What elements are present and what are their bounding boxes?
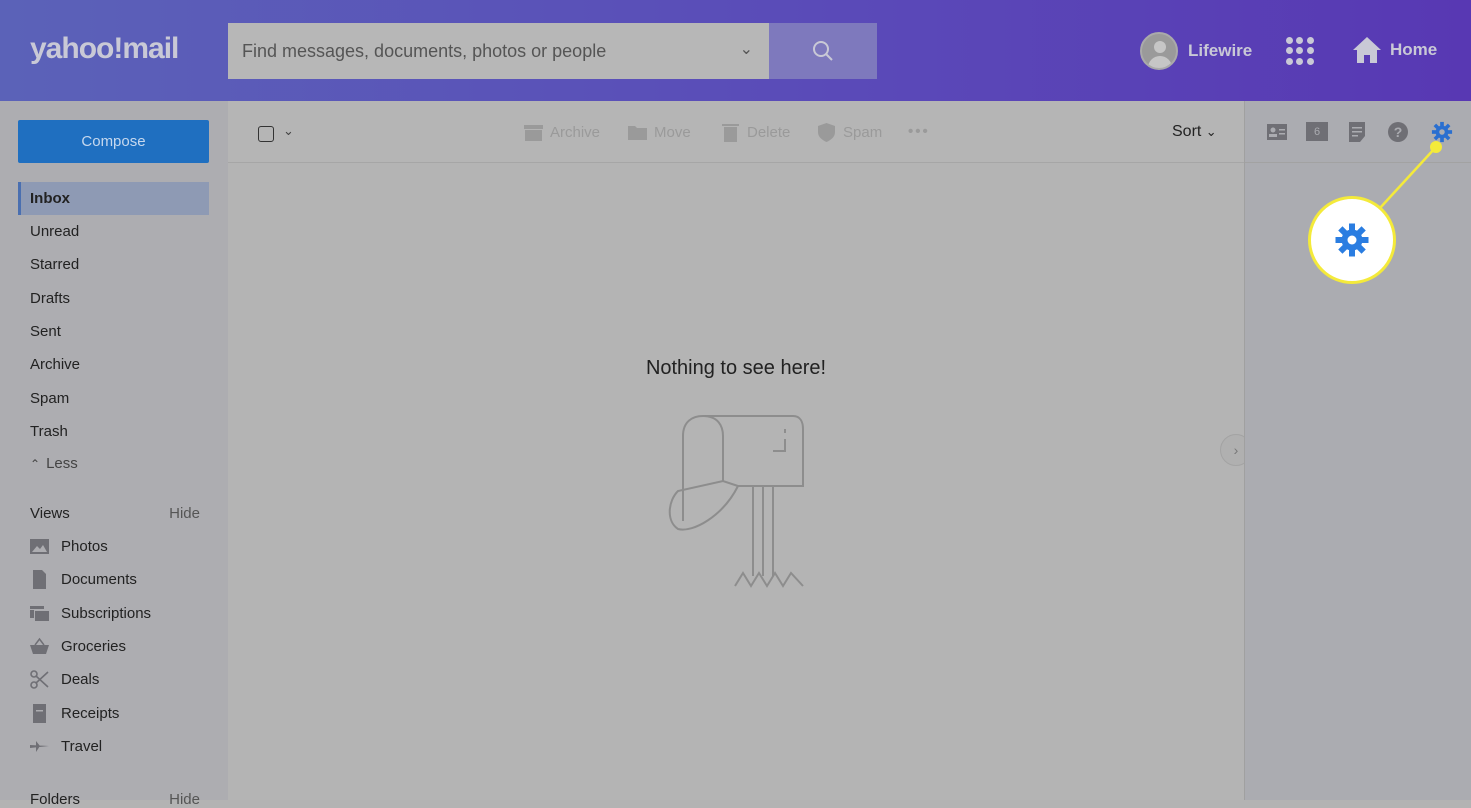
avatar — [1140, 32, 1178, 70]
view-label: Receipts — [61, 705, 120, 722]
search-input[interactable]: Find messages, documents, photos or peop… — [228, 23, 769, 79]
sidebar-item-unread[interactable]: Unread — [18, 215, 209, 248]
settings-gear-icon — [1335, 223, 1369, 257]
trash-icon — [722, 124, 739, 142]
home-icon — [1353, 37, 1381, 63]
view-deals[interactable]: Deals — [30, 670, 99, 689]
plane-icon — [30, 741, 49, 752]
sort-button[interactable]: Sort ⌄ — [1172, 123, 1217, 141]
settings-gear-icon[interactable] — [1431, 121, 1453, 143]
view-label: Travel — [61, 738, 103, 755]
sidebar-item-sent[interactable]: Sent — [18, 315, 209, 348]
delete-button[interactable]: Delete — [721, 123, 790, 142]
archive-label: Archive — [550, 124, 601, 141]
view-groceries[interactable]: Groceries — [30, 637, 126, 656]
spam-label: Spam — [843, 124, 883, 141]
apps-grid-icon[interactable] — [1286, 37, 1314, 65]
view-label: Groceries — [61, 638, 127, 655]
view-documents[interactable]: Documents — [30, 570, 137, 589]
search-icon — [813, 41, 833, 61]
sidebar: Compose Inbox Unread Starred Drafts Sent… — [0, 101, 228, 808]
scissors-icon — [30, 670, 49, 689]
message-toolbar: ⌄ Archive Move Delete Spam ••• Sort ⌄ — [228, 101, 1244, 163]
views-hide-button[interactable]: Hide — [169, 505, 200, 522]
sidebar-item-inbox[interactable]: Inbox — [18, 182, 209, 215]
chevron-up-icon: ⌃ — [30, 456, 41, 471]
message-list: ⌄ Archive Move Delete Spam ••• Sort ⌄ No… — [228, 101, 1252, 800]
move-button[interactable]: Move — [628, 123, 691, 142]
compose-button[interactable]: Compose — [18, 120, 209, 163]
less-label: Less — [46, 455, 78, 472]
empty-state-message: Nothing to see here! — [645, 357, 827, 379]
archive-icon — [524, 125, 543, 141]
notepad-icon[interactable] — [1346, 121, 1368, 143]
help-icon[interactable]: ? — [1387, 121, 1409, 143]
user-name: Lifewire — [1188, 41, 1253, 60]
calendar-icon[interactable]: 6 — [1306, 122, 1328, 141]
folder-move-icon — [628, 126, 647, 140]
select-all-checkbox[interactable] — [258, 126, 274, 142]
svg-text:?: ? — [1394, 124, 1403, 140]
sidebar-item-drafts[interactable]: Drafts — [18, 282, 209, 315]
view-label: Photos — [61, 538, 108, 555]
basket-icon — [30, 637, 49, 654]
archive-button[interactable]: Archive — [524, 123, 600, 142]
view-subscriptions[interactable]: Subscriptions — [30, 604, 151, 623]
search-placeholder: Find messages, documents, photos or peop… — [242, 40, 607, 61]
shield-icon — [818, 123, 835, 142]
chevron-down-icon: ⌄ — [1205, 124, 1217, 139]
chevron-down-icon[interactable]: ⌄ — [740, 39, 753, 59]
delete-label: Delete — [747, 124, 791, 141]
view-receipts[interactable]: Receipts — [30, 704, 119, 723]
home-label: Home — [1390, 40, 1438, 59]
move-label: Move — [654, 124, 691, 141]
view-label: Documents — [61, 571, 137, 588]
user-profile-button[interactable]: Lifewire — [1140, 32, 1252, 70]
chevron-down-icon[interactable]: ⌄ — [283, 123, 294, 139]
views-title: Views — [30, 505, 70, 522]
view-label: Subscriptions — [61, 605, 152, 622]
top-header: yahoo!mail Find messages, documents, pho… — [0, 0, 1471, 101]
view-travel[interactable]: Travel — [30, 737, 102, 756]
receipt-icon — [33, 704, 46, 723]
home-button[interactable]: Home — [1352, 36, 1437, 64]
calendar-day: 6 — [1313, 125, 1321, 138]
mailbox-illustration — [668, 415, 804, 588]
sidebar-item-archive[interactable]: Archive — [18, 348, 209, 381]
view-photos[interactable]: Photos — [30, 537, 108, 556]
subscriptions-icon — [30, 606, 49, 621]
contacts-icon[interactable] — [1266, 121, 1288, 143]
settings-callout-highlight — [1308, 196, 1396, 284]
view-label: Deals — [61, 671, 100, 688]
spam-button[interactable]: Spam — [817, 123, 882, 142]
yahoo-mail-logo[interactable]: yahoo!mail — [30, 32, 179, 66]
more-actions-icon[interactable]: ••• — [908, 123, 930, 140]
less-toggle[interactable]: ⌃ Less — [18, 447, 209, 480]
right-toolbar: 6 ? — [1245, 101, 1471, 163]
sidebar-item-trash[interactable]: Trash — [18, 415, 209, 448]
search-button[interactable] — [769, 23, 877, 79]
document-icon — [33, 570, 46, 589]
sort-label: Sort — [1172, 123, 1202, 140]
sidebar-item-spam[interactable]: Spam — [18, 382, 209, 415]
sidebar-item-starred[interactable]: Starred — [18, 248, 209, 281]
photo-icon — [30, 539, 49, 554]
views-section-header: Views Hide — [30, 505, 200, 522]
